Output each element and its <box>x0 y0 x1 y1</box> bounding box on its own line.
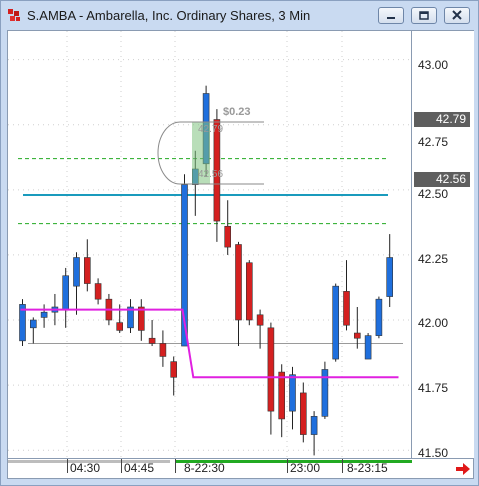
time-divider <box>67 459 68 473</box>
price-marker-low: 42.56 <box>414 172 470 187</box>
title-bar[interactable]: S.AMBA - Ambarella, Inc. Ordinary Shares… <box>1 1 478 29</box>
candle-body <box>148 337 156 344</box>
candle-body <box>278 371 286 420</box>
time-divider <box>121 459 122 473</box>
time-axis[interactable]: 04:30 04:45 8-22:30 23:00 8-23:15 <box>7 459 474 479</box>
minimize-button[interactable] <box>378 7 404 24</box>
price-tick-42.75: 42.75 <box>418 135 449 149</box>
time-label-2300: 23:00 <box>290 461 321 475</box>
candle-body <box>116 322 123 331</box>
price-tick-43.00: 43.00 <box>418 58 449 72</box>
candle-body <box>267 327 275 412</box>
price-tick-41.50: 41.50 <box>418 446 449 460</box>
chart-window: S.AMBA - Ambarella, Inc. Ordinary Shares… <box>0 0 479 486</box>
candle-body <box>310 416 318 435</box>
scroll-right-arrow-icon[interactable] <box>456 463 470 475</box>
price-marker-high: 42.79 <box>414 112 470 127</box>
candle-body <box>353 332 361 339</box>
measure-high-label: 42.79 <box>198 124 223 135</box>
close-icon <box>452 10 462 20</box>
app-icon <box>8 9 20 21</box>
candle-body <box>73 257 80 287</box>
restore-button[interactable] <box>411 7 437 24</box>
candle-body <box>40 311 48 318</box>
time-divider <box>342 459 343 473</box>
candle-body <box>256 314 264 326</box>
measure-delta-label: $0.23 <box>223 106 251 118</box>
price-tick-42.25: 42.25 <box>418 252 449 266</box>
time-label-0430: 04:30 <box>70 461 101 475</box>
time-label-8-23-15: 8-23:15 <box>347 461 388 475</box>
minimize-icon <box>387 17 395 19</box>
measure-low-label: 42.56 <box>198 169 223 180</box>
candle-body <box>94 283 102 300</box>
candle-body <box>375 298 383 336</box>
time-divider <box>287 459 288 473</box>
candle-body <box>224 225 231 248</box>
candle-body <box>299 392 307 435</box>
candle-body <box>170 361 177 378</box>
candle-body <box>386 257 394 297</box>
candle-body <box>289 374 296 412</box>
chart-plot-area[interactable]: $0.23 42.79 42.56 <box>7 30 412 459</box>
candle-body <box>343 291 350 326</box>
candle-body <box>364 335 372 360</box>
measure-tool[interactable]: $0.23 42.79 42.56 <box>157 106 264 185</box>
close-button[interactable] <box>444 7 470 24</box>
window-title: S.AMBA - Ambarella, Inc. Ordinary Shares… <box>27 8 311 23</box>
candle-body <box>159 343 167 357</box>
time-label-8-22-30: 8-22:30 <box>184 461 225 475</box>
candle-body <box>62 275 70 310</box>
price-tick-42.50: 42.50 <box>418 187 449 201</box>
price-tick-41.75: 41.75 <box>418 381 449 395</box>
restore-icon <box>419 11 429 20</box>
grid-dots <box>8 31 411 458</box>
price-axis[interactable]: 43.00 42.75 42.50 42.25 42.00 41.75 41.5… <box>412 30 474 460</box>
candle-body <box>84 257 91 284</box>
candlestick-chart: $0.23 42.79 42.56 <box>8 31 411 458</box>
candle-body <box>332 285 340 360</box>
candle-body <box>246 262 253 321</box>
time-divider <box>175 459 176 473</box>
time-label-0445: 04:45 <box>124 461 155 475</box>
candle-body <box>235 244 242 321</box>
candle-body <box>29 319 37 329</box>
price-tick-42.00: 42.00 <box>418 316 449 330</box>
